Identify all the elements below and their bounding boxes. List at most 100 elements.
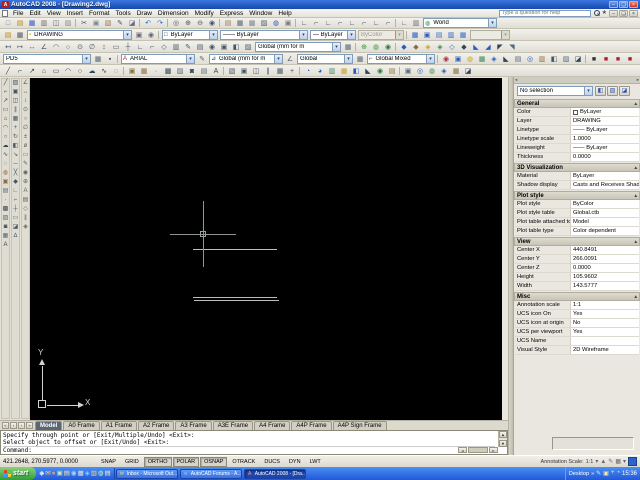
- zoom-realtime-icon[interactable]: ⊕: [182, 18, 194, 28]
- scroll-left-icon[interactable]: ◄: [458, 447, 467, 453]
- layout-tab-a2-frame[interactable]: A2 Frame: [138, 421, 175, 430]
- layout-tab-a1-frame[interactable]: A1 Frame: [100, 421, 138, 430]
- sheetset-view-icon[interactable]: ◔: [302, 66, 314, 76]
- dim-radius-icon[interactable]: ◠: [50, 42, 62, 52]
- layer-states-icon[interactable]: ▦: [14, 30, 26, 40]
- tool-icon[interactable]: ↕: [22, 97, 29, 105]
- walk-fly-icon[interactable]: ▥: [536, 54, 548, 64]
- tool-icon[interactable]: ±: [22, 133, 29, 141]
- property-value[interactable]: 1:1: [571, 301, 639, 309]
- dim-continue-icon[interactable]: ▭: [110, 42, 122, 52]
- view-back-icon[interactable]: ◆: [458, 42, 470, 52]
- layout-tab-model[interactable]: Model: [35, 421, 63, 430]
- start-button[interactable]: start: [0, 467, 37, 480]
- tray-icon[interactable]: ◔: [616, 470, 620, 477]
- sheetset-list-icon[interactable]: ◕: [314, 66, 326, 76]
- toggle-osnap[interactable]: OSNAP: [200, 456, 228, 467]
- section-header-plot-style[interactable]: Plot style ▴: [514, 191, 640, 200]
- mdi-close-button[interactable]: ×: [629, 9, 638, 17]
- collapse-icon[interactable]: ▴: [634, 294, 637, 300]
- open-icon[interactable]: ▤: [14, 18, 26, 28]
- rectangle-icon[interactable]: ▭: [50, 66, 62, 76]
- property-value[interactable]: 105.9602: [571, 273, 639, 281]
- tool-icon[interactable]: ∅: [22, 124, 29, 132]
- menu-view[interactable]: View: [44, 10, 64, 17]
- property-value[interactable]: ByLayer: [571, 108, 639, 116]
- dim-tolerance-icon[interactable]: ⌐: [146, 42, 158, 52]
- markup-icon[interactable]: ◍: [270, 18, 282, 28]
- tool-icon[interactable]: ○: [22, 115, 29, 123]
- textstyle-dialog-icon[interactable]: ✎: [196, 54, 208, 64]
- standards-icon[interactable]: ■: [588, 54, 600, 64]
- mdi-restore-button[interactable]: ❏: [619, 9, 628, 17]
- drawn-line[interactable]: [193, 297, 277, 298]
- dim-update-icon[interactable]: ▥: [170, 42, 182, 52]
- publish-sheets-icon[interactable]: ▥: [326, 66, 338, 76]
- hyperlink-icon[interactable]: ▣: [421, 30, 433, 40]
- ucs-world-icon[interactable]: ⌐: [310, 18, 322, 28]
- ellipse-icon[interactable]: ◌: [110, 66, 122, 76]
- tool-icon[interactable]: ◉: [22, 169, 29, 177]
- toggle-otrack[interactable]: OTRACK: [228, 457, 259, 467]
- spline-icon[interactable]: ∿: [98, 66, 110, 76]
- favorites-star-icon[interactable]: ★: [602, 10, 607, 17]
- tool-icon[interactable]: ☁: [2, 142, 9, 150]
- collapse-icon[interactable]: ▴: [634, 239, 637, 245]
- dim-jogged-icon[interactable]: ∟: [134, 42, 146, 52]
- annotation-visibility-icon[interactable]: ▲: [600, 459, 606, 465]
- linetype-combo[interactable]: —— ByLayer ▾: [220, 29, 308, 40]
- open-sheet-icon[interactable]: ▤: [386, 66, 398, 76]
- lock-ui-icon[interactable]: ◍: [426, 66, 438, 76]
- tool-icon[interactable]: ◇: [22, 205, 29, 213]
- view-swiso-icon[interactable]: ◣: [470, 42, 482, 52]
- clean-screen-icon[interactable]: ◎: [414, 66, 426, 76]
- tool-palettes-icon[interactable]: ▩: [246, 18, 258, 28]
- plot-preview-icon[interactable]: ◫: [50, 18, 62, 28]
- dim-qleader-icon[interactable]: ▨: [242, 42, 254, 52]
- revcloud-icon[interactable]: ☁: [86, 66, 98, 76]
- line-icon[interactable]: ╱: [2, 66, 14, 76]
- layout-tab-a4p-sign-frame[interactable]: A4P Sign Frame: [332, 421, 387, 430]
- tool-icon[interactable]: ─: [12, 160, 19, 168]
- tool-icon[interactable]: ▨: [2, 214, 9, 222]
- command-vscrollbar[interactable]: ▲ ▼: [498, 431, 507, 447]
- camera-icon[interactable]: ▨: [560, 54, 572, 64]
- named-view-combo[interactable]: PD5 ▾: [3, 53, 91, 64]
- tool-icon[interactable]: ⊕: [22, 178, 29, 186]
- view-top-icon[interactable]: ◆: [398, 42, 410, 52]
- dim-aligned-icon[interactable]: ↦: [14, 42, 26, 52]
- property-value[interactable]: 143.5777: [571, 282, 639, 290]
- tab-scroll-button[interactable]: «: [2, 422, 9, 429]
- dim-inspect-icon[interactable]: ◇: [158, 42, 170, 52]
- etransmit-icon[interactable]: ▦: [409, 30, 421, 40]
- tab-scroll-button[interactable]: »: [26, 422, 33, 429]
- property-value[interactable]: ByLayer: [571, 172, 639, 180]
- menu-format[interactable]: Format: [86, 10, 113, 17]
- undo-icon[interactable]: ↶: [142, 18, 154, 28]
- layout-tab-a0-frame[interactable]: A0 Frame: [63, 421, 100, 430]
- dim-center-icon[interactable]: ⊙: [74, 42, 86, 52]
- tray-settings-icon[interactable]: ▦: [615, 458, 621, 465]
- tool-icon[interactable]: ◙: [2, 223, 9, 231]
- tool-icon[interactable]: ▦: [2, 232, 9, 240]
- toggle-lwt[interactable]: LWT: [306, 457, 325, 467]
- dim-baseline-icon[interactable]: ↕: [98, 42, 110, 52]
- cut-icon[interactable]: ✂: [78, 18, 90, 28]
- drawing-canvas[interactable]: Y X: [30, 78, 502, 420]
- tool-icon[interactable]: ·: [2, 196, 9, 204]
- dim-linear-icon[interactable]: ↤: [2, 42, 14, 52]
- mleaderstyle-combo[interactable]: ⌐ Global Mixed ▾: [367, 53, 435, 64]
- quick-launch-icon[interactable]: ▥: [91, 468, 97, 479]
- tool-icon[interactable]: ⊙: [22, 106, 29, 114]
- color-combo[interactable]: □ ByLayer ▾: [162, 29, 218, 40]
- dim-angular-icon[interactable]: ∠: [38, 42, 50, 52]
- tool-icon[interactable]: ◈: [22, 223, 29, 231]
- reference-icon[interactable]: ▥: [445, 30, 457, 40]
- toggle-dyn[interactable]: DYN: [285, 457, 305, 467]
- tool-icon[interactable]: ▭: [2, 106, 9, 114]
- xline-icon[interactable]: ⌐: [14, 66, 26, 76]
- view-right-icon[interactable]: ◈: [434, 42, 446, 52]
- drawn-line[interactable]: [193, 249, 277, 250]
- circle-icon[interactable]: ○: [74, 66, 86, 76]
- redo-icon[interactable]: ↷: [154, 18, 166, 28]
